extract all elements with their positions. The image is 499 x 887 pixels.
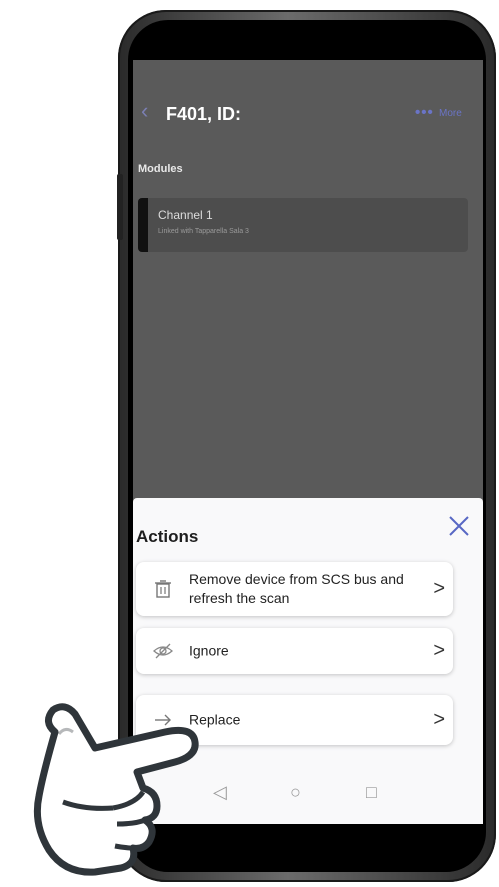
pointing-hand-icon [33,703,199,876]
chevron-right-icon: > [433,577,445,600]
chevron-right-icon: > [433,708,445,731]
remove-device-label: Remove device from SCS bus and refresh t… [189,571,404,606]
module-title: Channel 1 [158,208,213,222]
module-subtitle: Linked with Tapparella Sala 3 [158,228,249,235]
more-dots-icon[interactable]: ••• [415,104,434,121]
phone-side-button [117,174,123,240]
ignore-action[interactable]: Ignore > [136,628,453,674]
sheet-title: Actions [136,527,199,546]
module-card-accent [138,198,148,252]
chevron-right-icon: > [433,639,445,662]
ignore-label: Ignore [189,642,229,659]
back-button[interactable]: ‹ [141,98,148,124]
close-icon[interactable] [445,512,473,540]
modules-section-title: Modules [138,163,183,175]
replace-label: Replace [189,711,241,728]
eye-off-icon [152,640,174,662]
more-button[interactable]: More [439,108,462,119]
trash-icon [152,578,174,600]
top-bar: ‹ F401, ID: ••• More [133,60,483,130]
page-title: F401, ID: [166,104,242,124]
module-card[interactable]: Channel 1 Linked with Tapparella Sala 3 [138,198,468,252]
nav-home-button[interactable]: ○ [290,782,301,803]
nav-recent-button[interactable]: □ [366,782,377,803]
remove-device-action[interactable]: Remove device from SCS bus and refresh t… [136,562,453,616]
